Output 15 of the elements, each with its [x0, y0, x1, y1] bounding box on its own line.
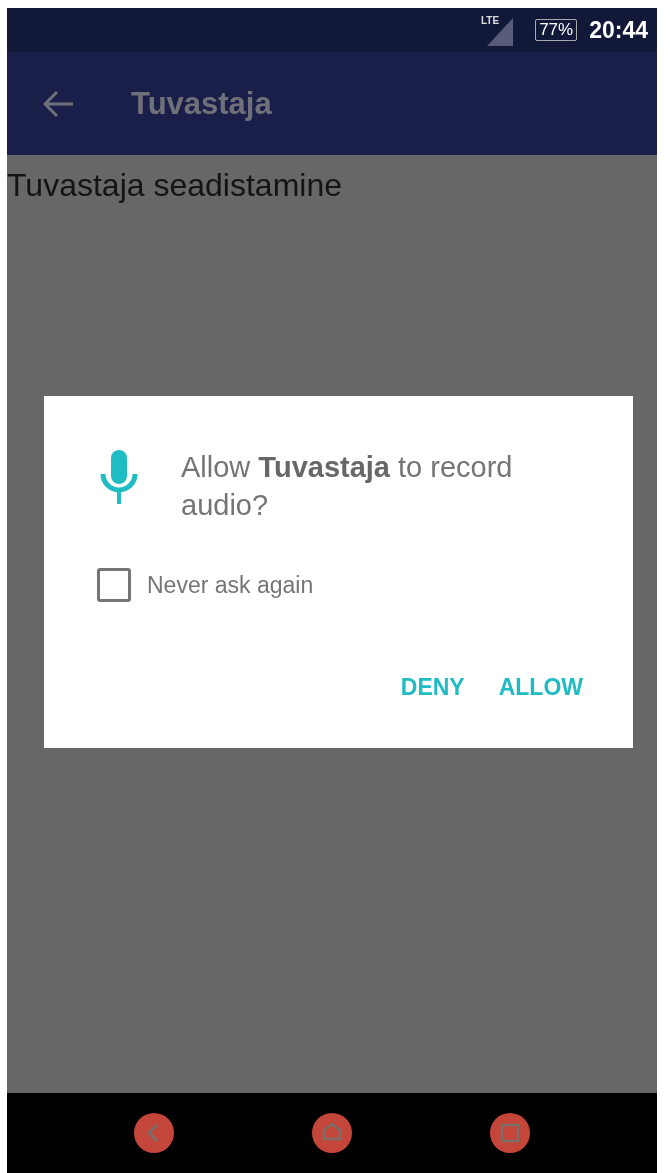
- back-icon[interactable]: [134, 1113, 174, 1153]
- network-type: LTE: [481, 15, 500, 26]
- dialog-button[interactable]: DENY: [400, 666, 465, 709]
- app-title: Tuvastaja: [131, 85, 272, 122]
- dialog-button[interactable]: ALLOW: [498, 666, 583, 709]
- dialog-message: Allow Tuvastaja to record audio?: [181, 450, 514, 523]
- recents-icon[interactable]: [490, 1113, 530, 1153]
- checkbox[interactable]: [97, 568, 131, 602]
- battery-indicator: 77%: [535, 19, 578, 41]
- clock: 20:44: [589, 16, 648, 44]
- back-arrow-icon[interactable]: [43, 89, 75, 118]
- page-heading: Tuvastaja seadistamine: [7, 166, 343, 204]
- microphone-icon: [100, 450, 138, 504]
- home-icon[interactable]: [312, 1113, 352, 1153]
- checkbox-label: Never ask again: [147, 571, 314, 599]
